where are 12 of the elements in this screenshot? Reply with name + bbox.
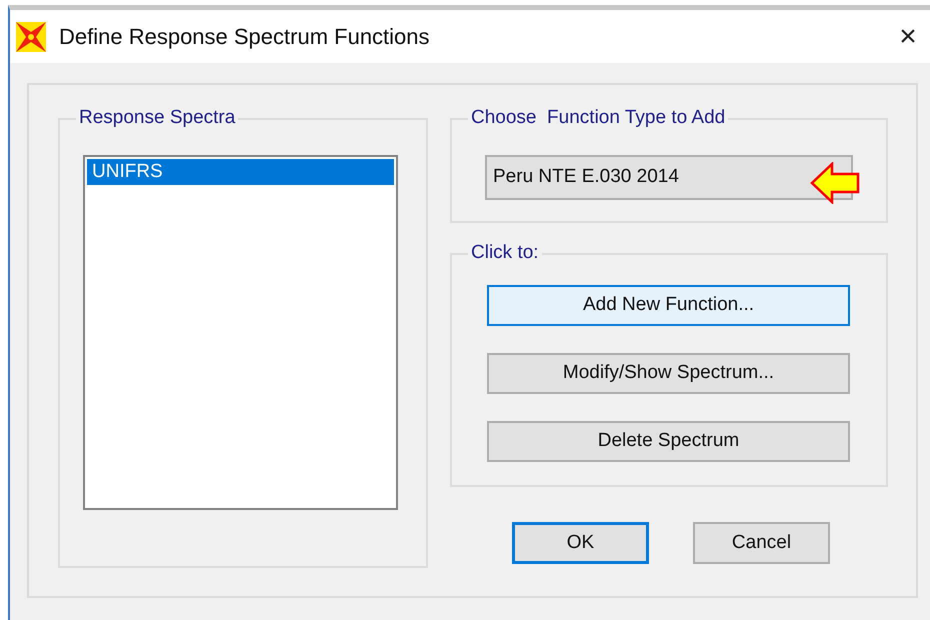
action-button[interactable]: Modify/Show Spectrum... [487, 353, 850, 394]
dialog-button[interactable]: Cancel [693, 522, 830, 564]
action-button[interactable]: Delete Spectrum [487, 421, 850, 462]
group-label: Response Spectra [76, 107, 238, 129]
window-title: Define Response Spectrum Functions [59, 23, 430, 51]
pointer-arrow [810, 162, 860, 204]
close-button[interactable]: × [888, 16, 928, 56]
group-label: Choose Function Type to Add [468, 107, 728, 129]
list-item[interactable]: UNIFRS [87, 159, 394, 185]
function-type-dropdown[interactable]: Peru NTE E.030 2014 [485, 155, 853, 200]
action-button[interactable]: Add New Function... [487, 285, 850, 326]
dialog-button[interactable]: OK [512, 522, 649, 564]
